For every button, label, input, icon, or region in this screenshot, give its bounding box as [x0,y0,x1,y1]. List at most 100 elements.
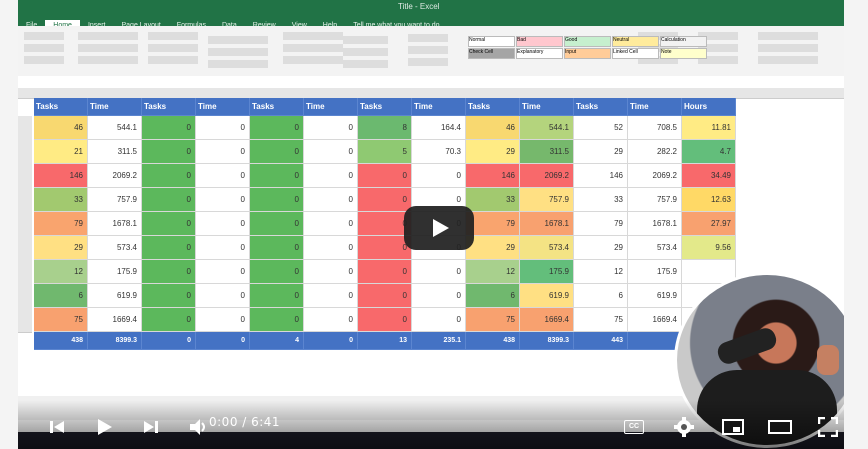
table-cell[interactable]: 0 [304,284,358,308]
table-cell[interactable]: 13 [358,332,412,350]
table-cell[interactable]: 438 [34,332,88,350]
table-cell[interactable]: 4.7 [682,140,736,164]
table-cell[interactable]: 175.9 [628,260,682,284]
table-cell[interactable]: Tasks [142,98,196,116]
table-cell[interactable]: 0 [304,188,358,212]
table-cell[interactable]: Tasks [358,98,412,116]
table-cell[interactable]: 75 [34,308,88,332]
table-cell[interactable]: 0 [250,164,304,188]
table-cell[interactable]: 1678.1 [88,212,142,236]
table-cell[interactable]: 29 [574,140,628,164]
table-cell[interactable]: 0 [358,284,412,308]
table-cell[interactable]: 29 [574,236,628,260]
table-cell[interactable]: 12 [574,260,628,284]
table-cell[interactable]: 52 [574,116,628,140]
table-cell[interactable]: 0 [142,332,196,350]
skip-back-icon[interactable] [48,418,66,436]
table-cell[interactable]: 33 [466,188,520,212]
table-cell[interactable]: 46 [466,116,520,140]
table-cell[interactable]: Time [520,98,574,116]
table-cell[interactable]: 0 [142,164,196,188]
table-cell[interactable]: 0 [304,140,358,164]
fullscreen-icon[interactable] [818,417,838,437]
table-cell[interactable]: 282.2 [628,140,682,164]
table-cell[interactable]: 0 [250,236,304,260]
table-cell[interactable]: 619.9 [628,284,682,308]
table-cell[interactable]: 0 [358,308,412,332]
table-cell[interactable]: 573.4 [628,236,682,260]
table-cell[interactable]: 1678.1 [628,212,682,236]
table-cell[interactable]: 8399.3 [520,332,574,350]
table-cell[interactable]: 573.4 [520,236,574,260]
table-cell[interactable]: Tasks [574,98,628,116]
table-cell[interactable]: 619.9 [88,284,142,308]
table-cell[interactable]: 9.56 [682,236,736,260]
table-cell[interactable]: 0 [142,260,196,284]
table-cell[interactable]: 12 [34,260,88,284]
table-cell[interactable]: 0 [196,188,250,212]
table-cell[interactable]: 235.1 [412,332,466,350]
table-cell[interactable]: Tasks [34,98,88,116]
captions-button[interactable]: CC [624,420,644,434]
table-cell[interactable]: Tasks [466,98,520,116]
table-cell[interactable]: 164.4 [412,116,466,140]
table-cell[interactable]: 1669.4 [628,308,682,332]
table-cell[interactable]: 0 [196,260,250,284]
table-cell[interactable]: 21 [34,140,88,164]
table-cell[interactable]: 8 [358,116,412,140]
table-cell[interactable]: 12 [466,260,520,284]
table-cell[interactable]: 0 [412,308,466,332]
table-cell[interactable]: 619.9 [520,284,574,308]
table-cell[interactable]: 544.1 [520,116,574,140]
cell-style-chip[interactable]: Input [564,48,611,59]
table-cell[interactable]: 79 [34,212,88,236]
table-cell[interactable]: 2069.2 [88,164,142,188]
miniplayer-icon[interactable] [722,419,744,435]
table-cell[interactable]: 0 [250,212,304,236]
table-cell[interactable]: 5 [358,140,412,164]
table-cell[interactable]: 311.5 [88,140,142,164]
table-cell[interactable]: 311.5 [520,140,574,164]
table-cell[interactable]: 0 [304,260,358,284]
table-cell[interactable]: 6 [574,284,628,308]
table-cell[interactable]: 75 [466,308,520,332]
table-cell[interactable]: 0 [196,140,250,164]
table-cell[interactable]: Time [88,98,142,116]
table-cell[interactable]: 757.9 [520,188,574,212]
cell-style-chip[interactable]: Linked Cell [612,48,659,59]
table-cell[interactable]: 6 [34,284,88,308]
table-cell[interactable]: 0 [142,284,196,308]
table-cell[interactable]: 29 [466,140,520,164]
cell-style-chip[interactable]: Bad [516,36,563,47]
table-cell[interactable]: 70.3 [412,140,466,164]
table-cell[interactable]: 11.81 [682,116,736,140]
table-cell[interactable]: 0 [196,116,250,140]
table-cell[interactable]: 1678.1 [520,212,574,236]
cell-style-chip[interactable]: Normal [468,36,515,47]
table-cell[interactable]: 79 [466,212,520,236]
table-cell[interactable]: 1669.4 [520,308,574,332]
cell-style-chip[interactable]: Note [660,48,707,59]
table-cell[interactable]: 708.5 [628,116,682,140]
table-cell[interactable]: 0 [412,164,466,188]
table-cell[interactable]: 0 [142,116,196,140]
table-cell[interactable]: 0 [250,188,304,212]
table-cell[interactable]: 0 [304,236,358,260]
play-icon[interactable] [94,417,114,437]
table-cell[interactable]: 0 [304,308,358,332]
table-cell[interactable]: 0 [358,164,412,188]
table-cell[interactable]: 757.9 [88,188,142,212]
table-cell[interactable]: 544.1 [88,116,142,140]
cell-style-chip[interactable]: Neutral [612,36,659,47]
table-cell[interactable]: 2069.2 [520,164,574,188]
volume-icon[interactable] [188,417,210,437]
table-cell[interactable]: 0 [196,212,250,236]
table-cell[interactable]: Time [628,98,682,116]
skip-forward-icon[interactable] [142,418,160,436]
table-cell[interactable]: 0 [196,308,250,332]
table-cell[interactable]: 8399.3 [88,332,142,350]
table-cell[interactable]: 0 [196,284,250,308]
table-cell[interactable]: 573.4 [88,236,142,260]
table-cell[interactable]: 0 [304,212,358,236]
table-cell[interactable]: 146 [466,164,520,188]
